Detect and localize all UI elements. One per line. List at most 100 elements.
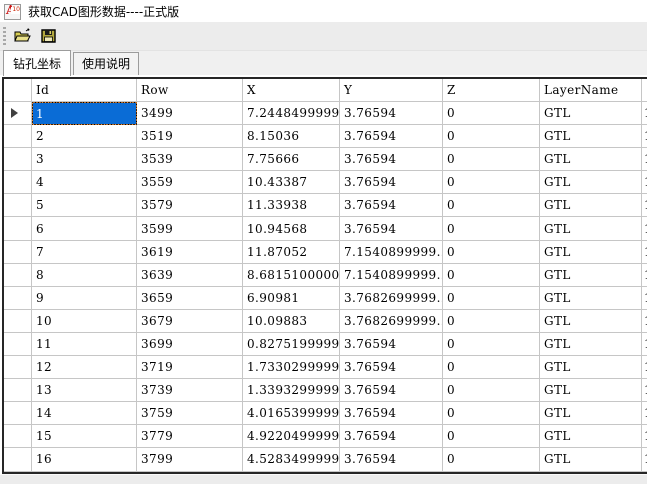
- cell-z[interactable]: 0: [443, 217, 540, 240]
- cell-layername[interactable]: GTL: [540, 148, 642, 171]
- row-header[interactable]: [4, 287, 32, 310]
- row-header[interactable]: [4, 264, 32, 287]
- cell-x[interactable]: 10.09883: [243, 310, 340, 333]
- cell-y[interactable]: 3.76594: [340, 148, 443, 171]
- row-header[interactable]: [4, 102, 32, 125]
- column-header-x[interactable]: X: [243, 79, 340, 102]
- cell-row[interactable]: 3739: [137, 379, 243, 402]
- cell-id[interactable]: 16: [32, 448, 137, 471]
- row-header[interactable]: [4, 379, 32, 402]
- cell-row[interactable]: 3619: [137, 241, 243, 264]
- cell-row[interactable]: 3779: [137, 425, 243, 448]
- cell-y[interactable]: 3.76594: [340, 171, 443, 194]
- cell-x[interactable]: 8.6815100000...: [243, 264, 340, 287]
- row-header[interactable]: [4, 217, 32, 240]
- cell-layername[interactable]: GTL: [540, 171, 642, 194]
- cell-id[interactable]: 4: [32, 171, 137, 194]
- column-header-z[interactable]: Z: [443, 79, 540, 102]
- cell-y[interactable]: 3.76594: [340, 194, 443, 217]
- cell-y[interactable]: 3.7682699999...: [340, 310, 443, 333]
- cell-row[interactable]: 3719: [137, 356, 243, 379]
- cell-row[interactable]: 3599: [137, 217, 243, 240]
- cell-id[interactable]: 15: [32, 425, 137, 448]
- row-header[interactable]: [4, 148, 32, 171]
- cell-x[interactable]: 7.2448499999...: [243, 102, 340, 125]
- grid-corner-cell[interactable]: [4, 79, 32, 102]
- cell-y[interactable]: 3.76594: [340, 448, 443, 471]
- cell-y[interactable]: 3.76594: [340, 217, 443, 240]
- cell-z[interactable]: 0: [443, 287, 540, 310]
- cell-z[interactable]: 0: [443, 402, 540, 425]
- cell-x[interactable]: 4.9220499999...: [243, 425, 340, 448]
- row-header[interactable]: [4, 171, 32, 194]
- cell-z[interactable]: 0: [443, 448, 540, 471]
- row-header[interactable]: [4, 333, 32, 356]
- cell-x[interactable]: 4.5283499999...: [243, 448, 340, 471]
- cell-id[interactable]: 5: [32, 194, 137, 217]
- row-header[interactable]: [4, 310, 32, 333]
- cell-id[interactable]: 8: [32, 264, 137, 287]
- cell-id[interactable]: 2: [32, 125, 137, 148]
- cell-id[interactable]: 7: [32, 241, 137, 264]
- row-header[interactable]: [4, 194, 32, 217]
- cell-layername[interactable]: GTL: [540, 356, 642, 379]
- tab-usage-instructions[interactable]: 使用说明: [73, 52, 139, 75]
- cell-layername[interactable]: GTL: [540, 264, 642, 287]
- cell-layername[interactable]: GTL: [540, 310, 642, 333]
- cell-z[interactable]: 0: [443, 148, 540, 171]
- cell-id[interactable]: 6: [32, 217, 137, 240]
- cell-x[interactable]: 11.33938: [243, 194, 340, 217]
- cell-row[interactable]: 3639: [137, 264, 243, 287]
- cell-row[interactable]: 3559: [137, 171, 243, 194]
- cell-layername[interactable]: GTL: [540, 379, 642, 402]
- cell-layername[interactable]: GTL: [540, 125, 642, 148]
- save-button[interactable]: [37, 25, 60, 47]
- row-header[interactable]: [4, 448, 32, 471]
- cell-row[interactable]: 3499: [137, 102, 243, 125]
- cell-row[interactable]: 3799: [137, 448, 243, 471]
- column-header-id[interactable]: Id: [32, 79, 137, 102]
- row-header[interactable]: [4, 402, 32, 425]
- cell-y[interactable]: 7.1540899999...: [340, 241, 443, 264]
- column-header-y[interactable]: Y: [340, 79, 443, 102]
- cell-x[interactable]: 4.0165399999...: [243, 402, 340, 425]
- cell-x[interactable]: 11.87052: [243, 241, 340, 264]
- cell-y[interactable]: 3.76594: [340, 333, 443, 356]
- cell-layername[interactable]: GTL: [540, 194, 642, 217]
- cell-z[interactable]: 0: [443, 356, 540, 379]
- cell-layername[interactable]: GTL: [540, 402, 642, 425]
- cell-z[interactable]: 0: [443, 241, 540, 264]
- cell-y[interactable]: 3.76594: [340, 402, 443, 425]
- cell-row[interactable]: 3579: [137, 194, 243, 217]
- cell-layername[interactable]: GTL: [540, 102, 642, 125]
- cell-row[interactable]: 3699: [137, 333, 243, 356]
- cell-x[interactable]: 0.8275199999...: [243, 333, 340, 356]
- cell-layername[interactable]: GTL: [540, 287, 642, 310]
- cell-row[interactable]: 3539: [137, 148, 243, 171]
- cell-z[interactable]: 0: [443, 425, 540, 448]
- cell-row[interactable]: 3659: [137, 287, 243, 310]
- cell-z[interactable]: 0: [443, 264, 540, 287]
- row-header[interactable]: [4, 356, 32, 379]
- cell-id[interactable]: 14: [32, 402, 137, 425]
- cell-row[interactable]: 3679: [137, 310, 243, 333]
- cell-z[interactable]: 0: [443, 171, 540, 194]
- row-header[interactable]: [4, 241, 32, 264]
- cell-id[interactable]: 10: [32, 310, 137, 333]
- row-header[interactable]: [4, 425, 32, 448]
- cell-y[interactable]: 3.76594: [340, 125, 443, 148]
- cell-layername[interactable]: GTL: [540, 333, 642, 356]
- cell-y[interactable]: 3.76594: [340, 356, 443, 379]
- cell-x[interactable]: 7.75666: [243, 148, 340, 171]
- cell-id[interactable]: 11: [32, 333, 137, 356]
- cell-layername[interactable]: GTL: [540, 241, 642, 264]
- cell-row[interactable]: 3519: [137, 125, 243, 148]
- cell-x[interactable]: 10.43387: [243, 171, 340, 194]
- cell-y[interactable]: 3.76594: [340, 102, 443, 125]
- cell-id[interactable]: 13: [32, 379, 137, 402]
- row-header[interactable]: [4, 125, 32, 148]
- cell-id[interactable]: 9: [32, 287, 137, 310]
- column-header-row[interactable]: Row: [137, 79, 243, 102]
- cell-z[interactable]: 0: [443, 379, 540, 402]
- toolbar-grip-handle[interactable]: [3, 27, 6, 45]
